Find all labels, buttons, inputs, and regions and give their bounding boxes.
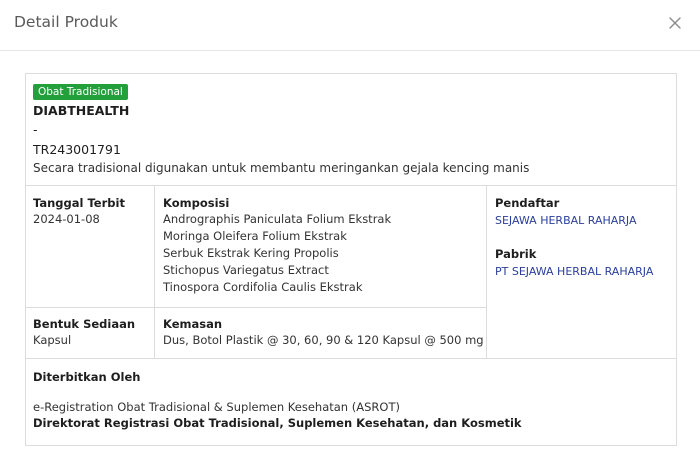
dosage-form-cell: Bentuk Sediaan Kapsul	[33, 317, 135, 349]
product-name: DIABTHEALTH	[33, 103, 130, 118]
product-summary: Obat Tradisional DIABTHEALTH - TR2430017…	[26, 74, 676, 186]
registrant-link[interactable]: SEJAWA HERBAL RAHARJA	[495, 214, 637, 227]
dosage-form-label: Bentuk Sediaan	[33, 317, 136, 331]
publisher-label: Diterbitkan Oleh	[33, 370, 141, 384]
dosage-form-value: Kapsul	[33, 333, 72, 347]
packaging-label: Kemasan	[163, 317, 223, 331]
divider	[26, 307, 486, 308]
composition-cell: Komposisi Andrographis Paniculata Folium…	[163, 196, 391, 296]
publisher-directorate: Direktorat Registrasi Obat Tradisional, …	[33, 416, 522, 430]
composition-list: Andrographis Paniculata Folium Ekstrak M…	[163, 211, 391, 296]
issue-date-value: 2024-01-08	[33, 212, 100, 226]
registrant-cell: Pendaftar SEJAWA HERBAL RAHARJA	[495, 196, 637, 227]
product-description: Secara tradisional digunakan untuk memba…	[33, 161, 530, 175]
modal-title: Detail Produk	[14, 13, 118, 31]
composition-label: Komposisi	[163, 196, 230, 210]
product-subtitle: -	[33, 122, 38, 137]
composition-item: Serbuk Ekstrak Kering Propolis	[163, 246, 339, 260]
product-detail-modal: Detail Produk Obat Tradisional DIABTHEAL…	[0, 0, 700, 470]
modal-header: Detail Produk	[0, 0, 700, 51]
product-card: Obat Tradisional DIABTHEALTH - TR2430017…	[25, 73, 677, 446]
issue-date-cell: Tanggal Terbit 2024-01-08	[33, 196, 125, 228]
composition-item: Tinospora Cordifolia Caulis Ekstrak	[163, 280, 363, 294]
registrant-label: Pendaftar	[495, 196, 560, 210]
issue-date-label: Tanggal Terbit	[33, 196, 125, 210]
registration-number: TR243001791	[33, 142, 121, 157]
manufacturer-link[interactable]: PT SEJAWA HERBAL RAHARJA	[495, 265, 653, 278]
composition-item: Moringa Oleifera Folium Ekstrak	[163, 229, 347, 243]
divider	[26, 358, 676, 359]
divider	[154, 186, 155, 358]
category-badge: Obat Tradisional	[33, 84, 128, 100]
publisher-cell: Diterbitkan Oleh e-Registration Obat Tra…	[33, 370, 522, 430]
packaging-value: Dus, Botol Plastik @ 30, 60, 90 & 120 Ka…	[163, 333, 484, 347]
manufacturer-label: Pabrik	[495, 247, 537, 261]
manufacturer-cell: Pabrik PT SEJAWA HERBAL RAHARJA	[495, 247, 653, 278]
divider	[486, 186, 487, 358]
close-icon[interactable]	[668, 16, 682, 30]
composition-item: Stichopus Variegatus Extract	[163, 263, 329, 277]
composition-item: Andrographis Paniculata Folium Ekstrak	[163, 212, 392, 226]
packaging-cell: Kemasan Dus, Botol Plastik @ 30, 60, 90 …	[163, 317, 484, 349]
publisher-system: e-Registration Obat Tradisional & Suplem…	[33, 400, 400, 414]
